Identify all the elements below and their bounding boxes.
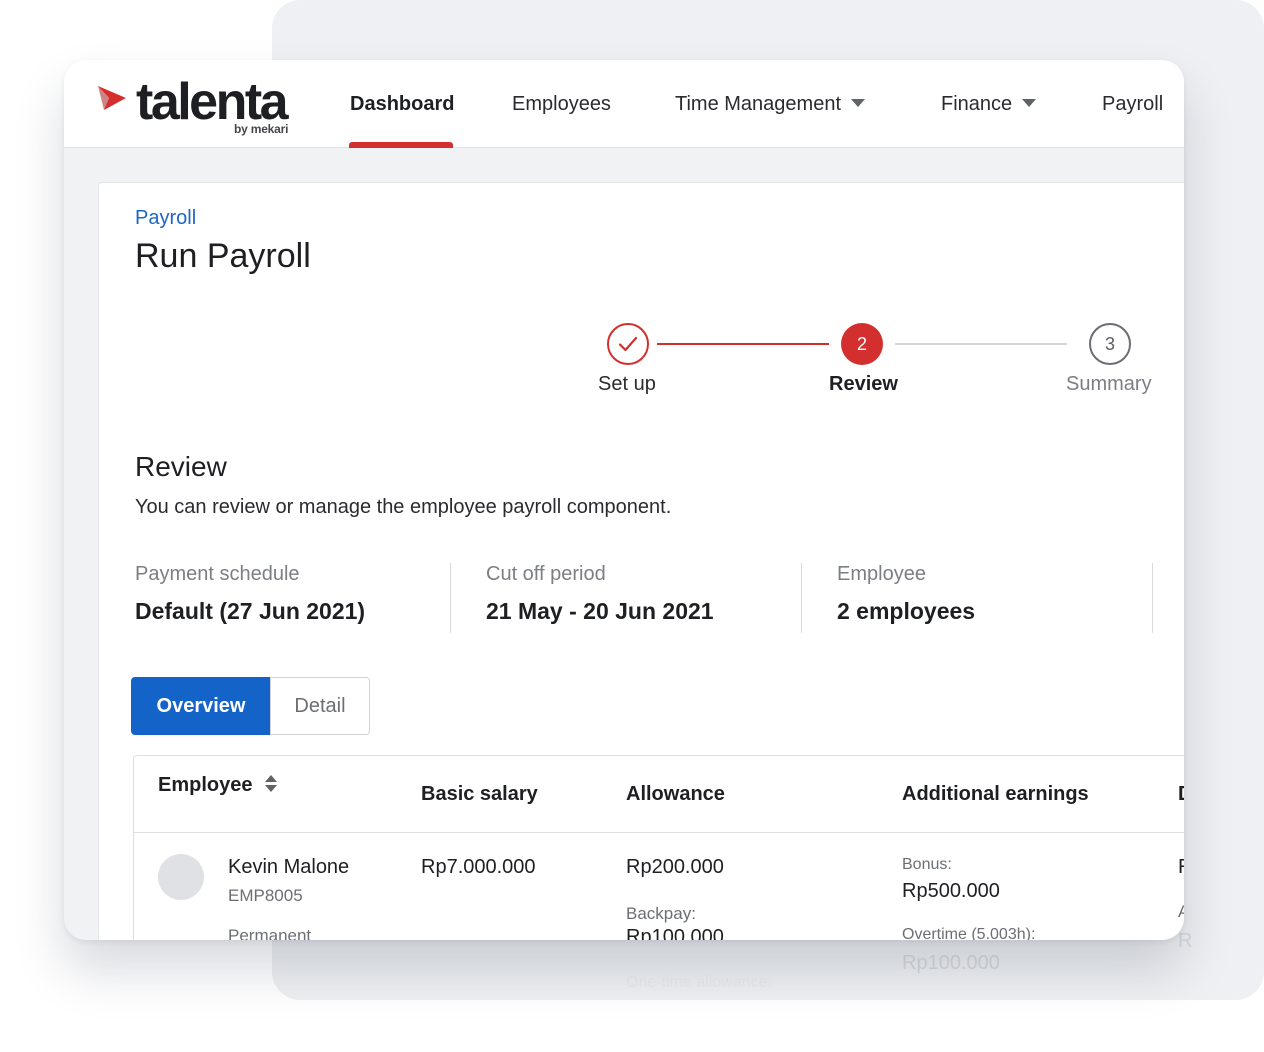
talenta-logo-icon [98,86,126,110]
payment-schedule-label: Payment schedule [135,563,300,585]
top-navbar: talenta by mekari Dashboard Employees Ti… [64,60,1184,148]
overtime-value-overflow: Rp100.000 [902,952,1000,974]
review-description: You can review or manage the employee pa… [135,496,672,518]
nav-dashboard[interactable]: Dashboard [350,91,454,117]
employee-status: Permanent [228,926,312,940]
header-basic-salary: Basic salary [421,783,538,805]
chevron-down-icon [1022,98,1037,107]
step-summary-label: Summary [1066,373,1152,395]
table-header: Employee Basic salary Allowance Addition… [134,756,1184,833]
bonus-label: Bonus: [902,856,952,873]
nav-payroll-label: Payroll [1102,93,1164,115]
step-summary-circle[interactable]: 3 [1089,323,1131,365]
employee-id: EMP8005 [228,886,303,905]
info-divider [450,563,451,633]
review-heading: Review [135,451,227,482]
step-review-circle[interactable]: 2 [841,323,883,365]
payment-schedule-info: Payment schedule Default (27 Jun 2021) [135,563,365,633]
header-employee-label: Employee [158,774,253,796]
step-connector-pending [895,343,1067,345]
step-connector-completed [657,343,829,345]
nav-payroll[interactable]: Payroll [1102,91,1163,117]
tab-detail[interactable]: Detail [270,677,370,735]
basic-salary-value: Rp7.000.000 [421,856,536,878]
overtime-label: Overtime (5.003h): [902,926,1036,940]
nav-active-indicator [349,142,453,148]
header-allowance: Allowance [626,783,725,805]
one-time-allowance-overflow: One-time allowance: [626,974,772,991]
payroll-table: Employee Basic salary Allowance Addition… [133,755,1184,940]
check-icon [618,336,638,352]
nav-finance[interactable]: Finance [941,91,1037,117]
app-window: talenta by mekari Dashboard Employees Ti… [64,60,1184,940]
nav-time-management-label: Time Management [675,93,841,115]
info-divider [801,563,802,633]
employee-count-label: Employee [837,563,926,585]
nav-time-management[interactable]: Time Management [675,91,865,117]
avatar [158,854,204,900]
backpay-label: Backpay: [626,904,696,923]
backpay-value: Rp100.000 [626,926,724,940]
talenta-logo[interactable]: talenta by mekari [96,73,296,140]
info-divider [1152,563,1153,633]
header-additional-earnings: Additional earnings [902,783,1089,805]
nav-finance-label: Finance [941,93,1013,115]
nav-employees-label: Employees [512,93,611,115]
employee-name[interactable]: Kevin Malone [228,856,349,879]
payment-schedule-value: Default (27 Jun 2021) [135,598,366,624]
run-payroll-card: Payroll Run Payroll 2 3 Set up Review Su… [98,182,1184,940]
cut-off-period-info: Cut off period 21 May - 20 Jun 2021 [486,563,714,633]
employee-count-info: Employee 2 employees [837,563,975,633]
cut-off-period-label: Cut off period [486,563,606,585]
chevron-down-icon [851,98,865,107]
step-setup-circle[interactable] [607,323,649,365]
employee-count-value: 2 employees [837,598,976,624]
sort-icon[interactable] [264,774,278,794]
tab-overview[interactable]: Overview [131,677,271,735]
step-setup-label: Set up [598,373,656,395]
step-review-label: Review [829,373,898,395]
clipped-cell: R [1178,856,1184,879]
page-title: Run Payroll [135,237,311,275]
logo-byline: by mekari [234,122,289,136]
nav-dashboard-label: Dashboard [350,93,455,115]
nav-employees[interactable]: Employees [512,91,611,117]
cut-off-period-value: 21 May - 20 Jun 2021 [486,598,714,624]
allowance-value: Rp200.000 [626,856,724,878]
header-employee[interactable]: Employee [158,774,278,797]
header-clipped: D [1178,783,1184,806]
clipped-cell-label: A [1178,902,1184,922]
bonus-value: Rp500.000 [902,880,1000,902]
breadcrumb-payroll[interactable]: Payroll [135,207,196,230]
